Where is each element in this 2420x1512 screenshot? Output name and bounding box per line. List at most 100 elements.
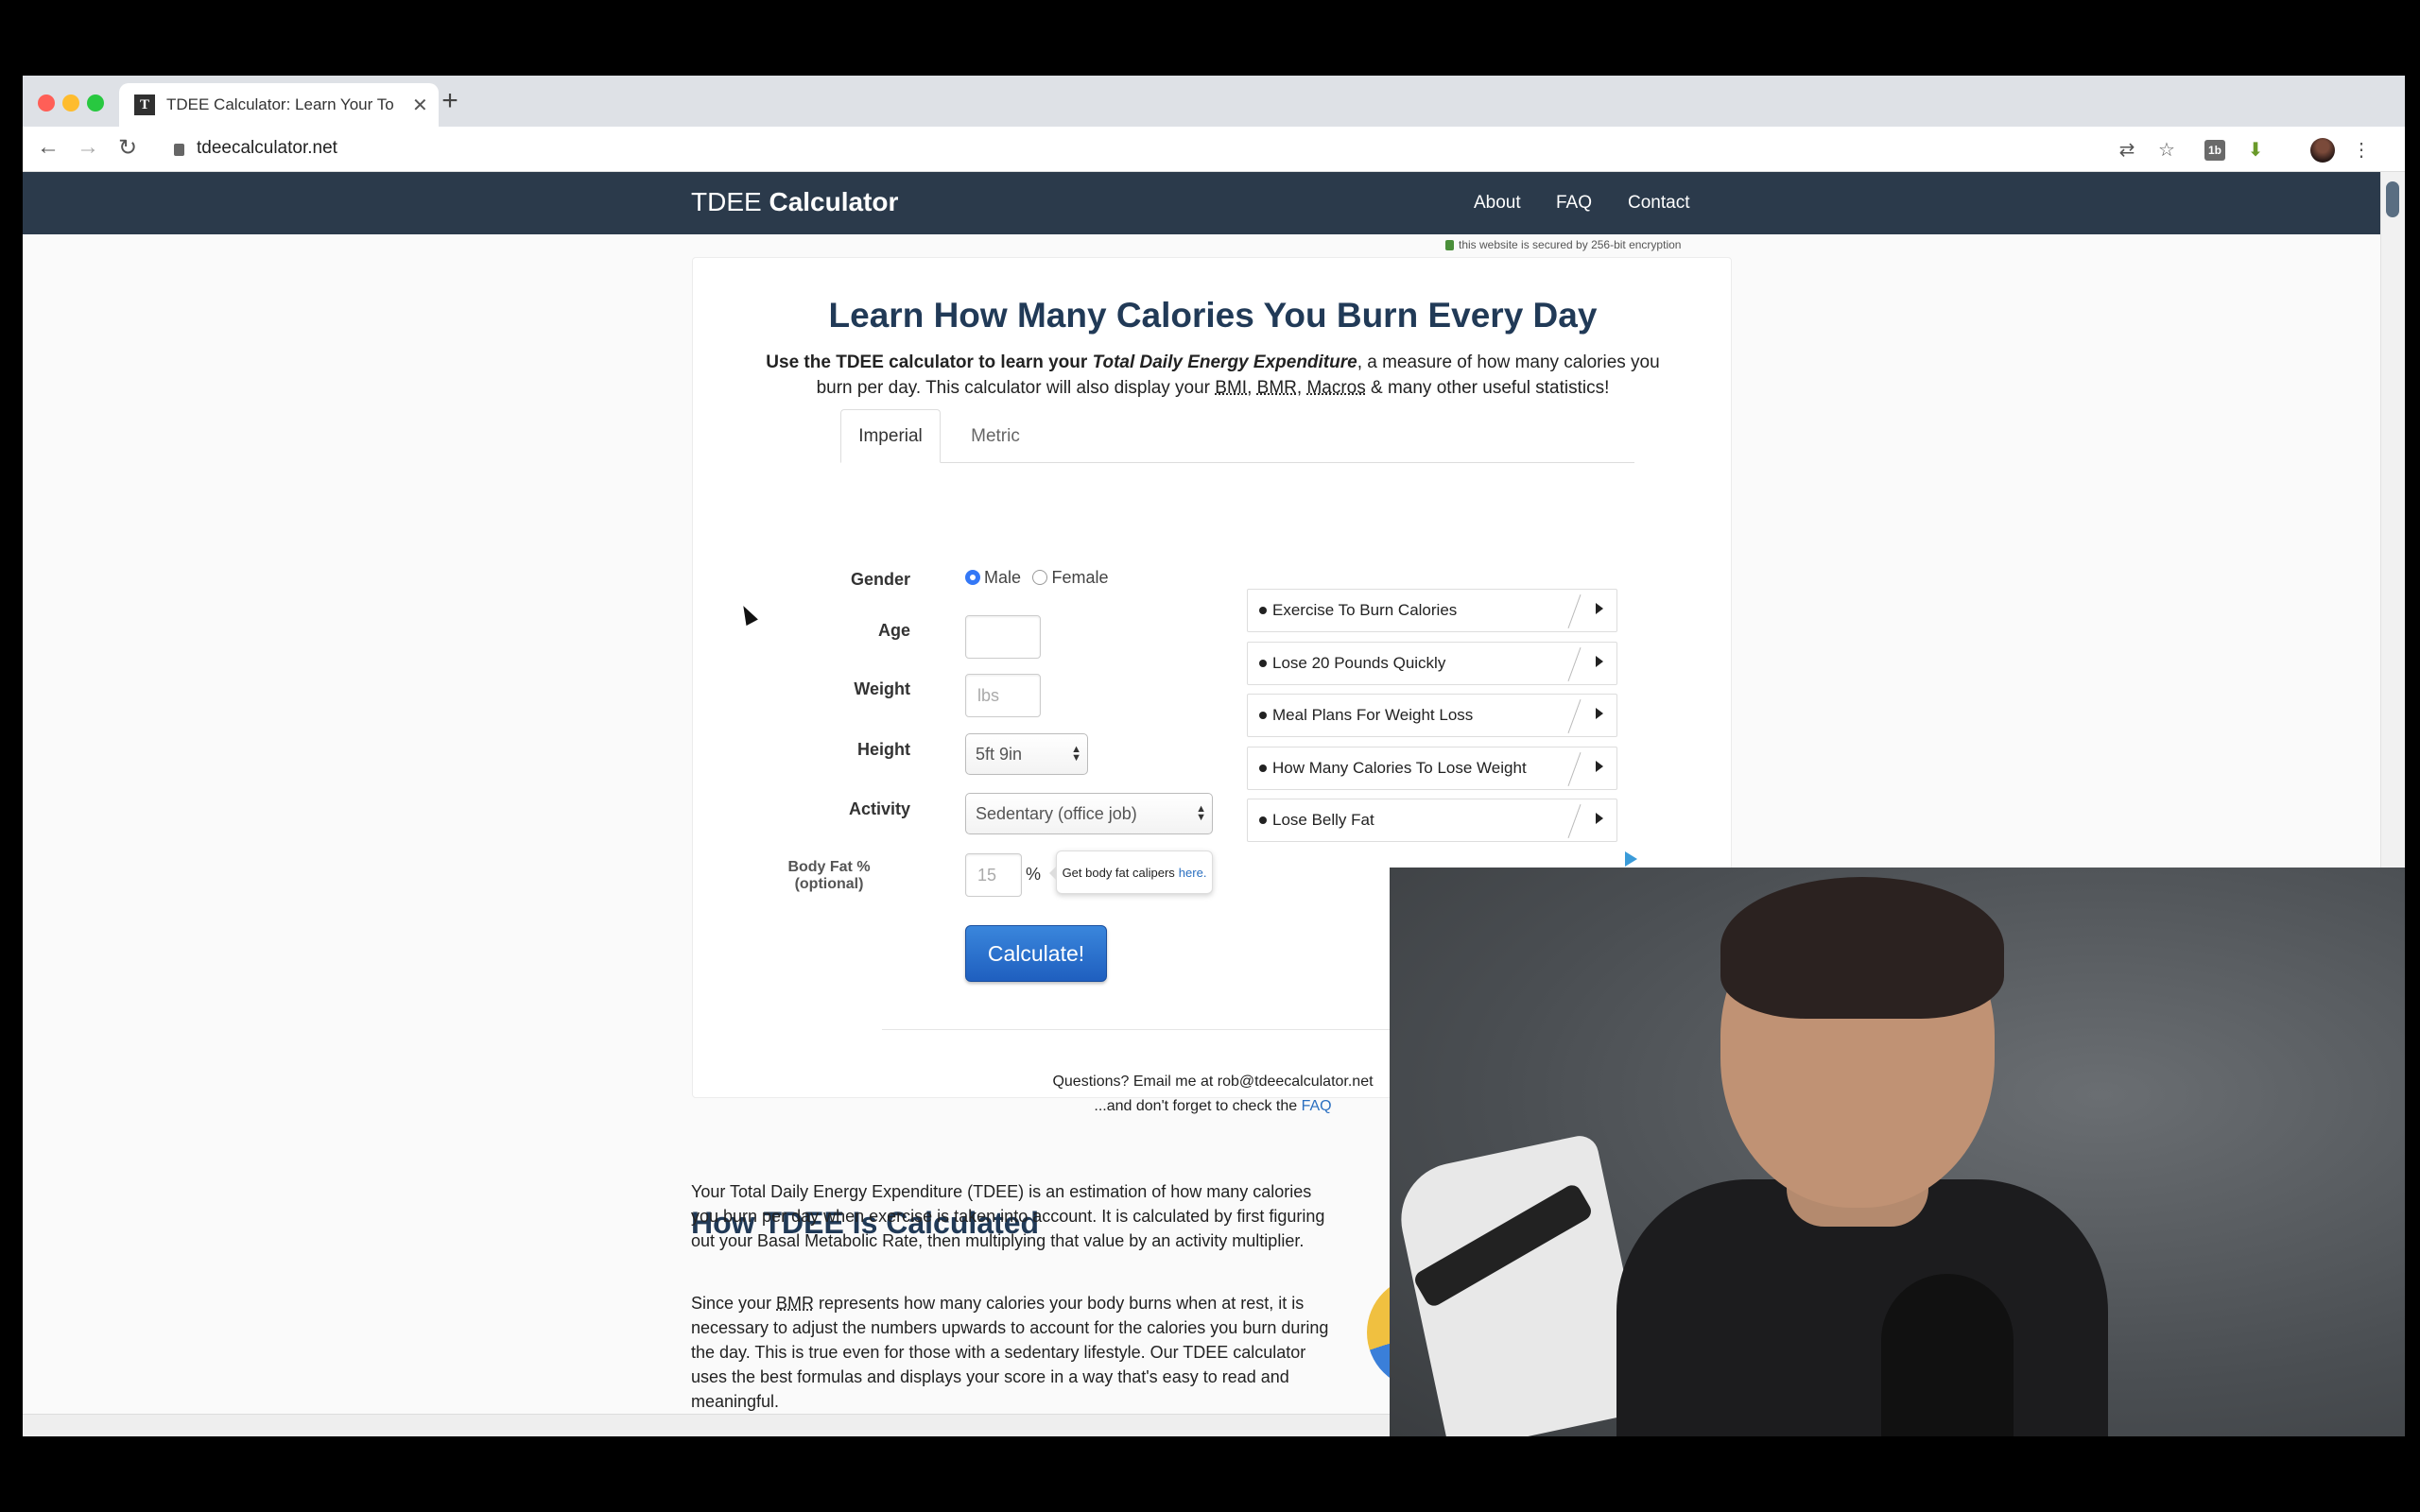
site-favicon-icon: T bbox=[134, 94, 155, 115]
extension-icon[interactable]: 1b bbox=[2204, 140, 2225, 161]
tab-title: TDEE Calculator: Learn Your To bbox=[166, 95, 394, 113]
ad-label: How Many Calories To Lose Weight bbox=[1272, 759, 1527, 777]
profile-avatar[interactable] bbox=[2310, 138, 2335, 163]
activity-select[interactable]: Sedentary (office job) ▲ ▼ bbox=[965, 793, 1213, 834]
new-tab-button[interactable]: + bbox=[431, 85, 469, 117]
weight-label: Weight bbox=[854, 679, 910, 698]
tab-imperial[interactable]: Imperial bbox=[840, 409, 941, 463]
secure-note-text: this website is secured by 256-bit encry… bbox=[1459, 238, 1682, 251]
ad-link[interactable]: Meal Plans For Weight Loss bbox=[1247, 694, 1617, 737]
brand-light: TDEE bbox=[691, 187, 762, 216]
download-extension-icon[interactable]: ⬇ bbox=[2244, 138, 2267, 161]
ad-link[interactable]: Lose 20 Pounds Quickly bbox=[1247, 642, 1617, 685]
ad-link[interactable]: Lose Belly Fat bbox=[1247, 799, 1617, 842]
bullet-icon bbox=[1259, 660, 1267, 667]
intro-end: & many other useful statistics! bbox=[1365, 378, 1610, 398]
age-input[interactable] bbox=[965, 615, 1041, 659]
menu-dots-icon[interactable]: ⋮ bbox=[2350, 138, 2373, 161]
brand-bold: Calculator bbox=[769, 187, 899, 216]
address-bar[interactable]: tdeecalculator.net bbox=[197, 138, 337, 159]
intro-sep: , bbox=[1247, 378, 1257, 398]
bmr-link[interactable]: BMR bbox=[776, 1294, 814, 1313]
ad-label: Lose Belly Fat bbox=[1272, 811, 1374, 829]
male-label[interactable]: Male bbox=[984, 568, 1021, 587]
article-paragraph-1: Your Total Daily Energy Expenditure (TDE… bbox=[691, 1182, 1325, 1250]
divider bbox=[1567, 751, 1582, 787]
article-paragraph-2: Since your BMR represents how many calor… bbox=[691, 1291, 1334, 1414]
secure-note: this website is secured by 256-bit encry… bbox=[1445, 238, 1681, 251]
female-radio[interactable] bbox=[1032, 570, 1048, 585]
close-window-button[interactable] bbox=[38, 94, 55, 112]
divider bbox=[1567, 698, 1582, 734]
page-title: Learn How Many Calories You Burn Every D… bbox=[828, 296, 1598, 335]
forward-arrow-icon[interactable]: → bbox=[74, 134, 102, 161]
height-label: Height bbox=[857, 740, 910, 759]
bodyfat-label-text: Body Fat % bbox=[787, 859, 871, 875]
translate-icon[interactable]: ⇄ bbox=[2116, 138, 2138, 161]
webcam-overlay bbox=[1390, 868, 2405, 1436]
back-arrow-icon[interactable]: ← bbox=[34, 134, 62, 161]
divider bbox=[1567, 593, 1582, 629]
play-arrow-icon bbox=[1596, 656, 1603, 667]
adchoices-icon[interactable] bbox=[1625, 851, 1637, 867]
female-label[interactable]: Female bbox=[1051, 568, 1108, 587]
bullet-icon bbox=[1259, 816, 1267, 824]
bullet-icon bbox=[1259, 765, 1267, 772]
maximize-window-button[interactable] bbox=[87, 94, 104, 112]
ad-link[interactable]: Exercise To Burn Calories bbox=[1247, 589, 1617, 632]
bookmark-star-icon[interactable]: ☆ bbox=[2155, 138, 2178, 161]
ad-link[interactable]: How Many Calories To Lose Weight bbox=[1247, 747, 1617, 790]
bodyfat-optional-text: (optional) bbox=[794, 876, 864, 892]
ad-label: Lose 20 Pounds Quickly bbox=[1272, 654, 1446, 672]
macros-link[interactable]: Macros bbox=[1306, 378, 1365, 398]
intro-italic: Total Daily Energy Expenditure bbox=[1092, 352, 1357, 372]
divider bbox=[1567, 803, 1582, 839]
nav-about[interactable]: About bbox=[1474, 193, 1521, 214]
close-tab-icon[interactable]: ✕ bbox=[412, 94, 428, 117]
age-label: Age bbox=[877, 621, 910, 640]
divider bbox=[1567, 646, 1582, 682]
tab-metric[interactable]: Metric bbox=[948, 409, 1043, 463]
p2-start: Since your bbox=[691, 1294, 777, 1313]
nav-contact[interactable]: Contact bbox=[1628, 193, 1689, 214]
intro-text: Use the TDEE calculator to learn your To… bbox=[759, 350, 1667, 401]
browser-tab[interactable]: T TDEE Calculator: Learn Your To ✕ bbox=[119, 83, 439, 127]
play-arrow-icon bbox=[1596, 603, 1603, 614]
tab-bar: T TDEE Calculator: Learn Your To ✕ + bbox=[23, 76, 2405, 127]
bmr-link[interactable]: BMR bbox=[1257, 378, 1297, 398]
select-arrows-icon: ▲ ▼ bbox=[1071, 744, 1081, 764]
height-select[interactable]: 5ft 9in ▲ ▼ bbox=[965, 733, 1088, 775]
minimize-window-button[interactable] bbox=[62, 94, 79, 112]
male-radio[interactable] bbox=[965, 570, 980, 585]
site-header: TDEE Calculator About FAQ Contact bbox=[23, 172, 2380, 234]
intro-bold: Use the TDEE calculator to learn your bbox=[766, 352, 1093, 372]
activity-value: Sedentary (office job) bbox=[976, 803, 1137, 823]
browser-toolbar: ← → ↻ tdeecalculator.net ⇄ ☆ 1b ⬇ ⋮ bbox=[23, 127, 2405, 172]
site-logo[interactable]: TDEE Calculator bbox=[691, 187, 898, 217]
intro-sep: , bbox=[1296, 378, 1307, 398]
presenter-hair bbox=[1720, 877, 2004, 1019]
gender-radio-group: Male Female bbox=[965, 568, 1116, 588]
bmi-link[interactable]: BMI bbox=[1215, 378, 1247, 398]
bodyfat-input[interactable]: 15 bbox=[965, 853, 1022, 897]
height-value: 5ft 9in bbox=[976, 744, 1023, 764]
activity-label: Activity bbox=[848, 799, 910, 818]
play-arrow-icon bbox=[1596, 813, 1603, 824]
nav-faq[interactable]: FAQ bbox=[1556, 193, 1592, 214]
screen: T TDEE Calculator: Learn Your To ✕ + ← →… bbox=[0, 0, 2420, 1512]
lock-icon bbox=[174, 144, 184, 156]
bullet-icon bbox=[1259, 607, 1267, 614]
gender-label: Gender bbox=[850, 570, 910, 589]
faq-link[interactable]: FAQ bbox=[1302, 1098, 1332, 1114]
microphone-icon bbox=[1881, 1274, 2014, 1436]
faq-prefix: ...and don't forget to check the bbox=[1094, 1098, 1302, 1114]
play-arrow-icon bbox=[1596, 708, 1603, 719]
scrollbar-thumb[interactable] bbox=[2386, 181, 2399, 217]
reload-icon[interactable]: ↻ bbox=[113, 134, 142, 162]
percent-sign: % bbox=[1026, 865, 1042, 884]
ad-label: Exercise To Burn Calories bbox=[1272, 601, 1458, 619]
ad-label: Meal Plans For Weight Loss bbox=[1272, 706, 1474, 724]
calculate-button[interactable]: Calculate! bbox=[965, 925, 1107, 982]
weight-input[interactable]: lbs bbox=[965, 674, 1041, 717]
calipers-link[interactable]: here. bbox=[1179, 866, 1207, 880]
